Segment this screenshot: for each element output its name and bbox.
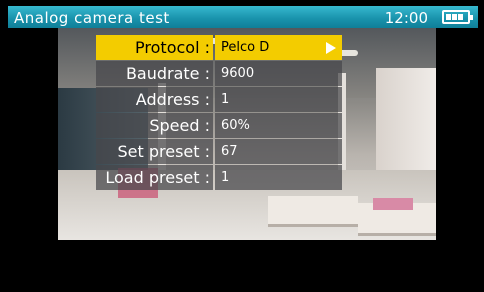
protocol-value[interactable]: Pelco D: [215, 35, 342, 60]
menu-row-load-preset[interactable]: Load preset : 1: [96, 165, 342, 190]
protocol-value-text: Pelco D: [221, 40, 270, 55]
battery-full-icon: [442, 10, 473, 24]
display-area: Protocol : Pelco D Baudrate : 9600 Addre…: [8, 28, 478, 290]
speed-value[interactable]: 60%: [215, 113, 342, 138]
device-screen: Analog camera test 12:00 Protocol : Pelc…: [0, 0, 484, 292]
menu-row-speed[interactable]: Speed : 60%: [96, 113, 342, 138]
clock: 12:00: [384, 9, 428, 27]
load-preset-value[interactable]: 1: [215, 165, 342, 190]
set-preset-label: Set preset :: [96, 139, 213, 164]
ptz-settings-menu: Protocol : Pelco D Baudrate : 9600 Addre…: [96, 35, 342, 191]
set-preset-value[interactable]: 67: [215, 139, 342, 164]
menu-row-address[interactable]: Address : 1: [96, 87, 342, 112]
app-title: Analog camera test: [14, 9, 170, 27]
address-value[interactable]: 1: [215, 87, 342, 112]
title-bar: Analog camera test 12:00: [8, 6, 478, 28]
load-preset-label: Load preset :: [96, 165, 213, 190]
menu-row-protocol[interactable]: Protocol : Pelco D: [96, 35, 342, 60]
baudrate-value[interactable]: 9600: [215, 61, 342, 86]
address-label: Address :: [96, 87, 213, 112]
speed-label: Speed :: [96, 113, 213, 138]
menu-row-set-preset[interactable]: Set preset : 67: [96, 139, 342, 164]
baudrate-label: Baudrate :: [96, 61, 213, 86]
menu-row-baudrate[interactable]: Baudrate : 9600: [96, 61, 342, 86]
arrow-right-icon[interactable]: [326, 42, 336, 54]
protocol-label: Protocol :: [96, 35, 213, 60]
